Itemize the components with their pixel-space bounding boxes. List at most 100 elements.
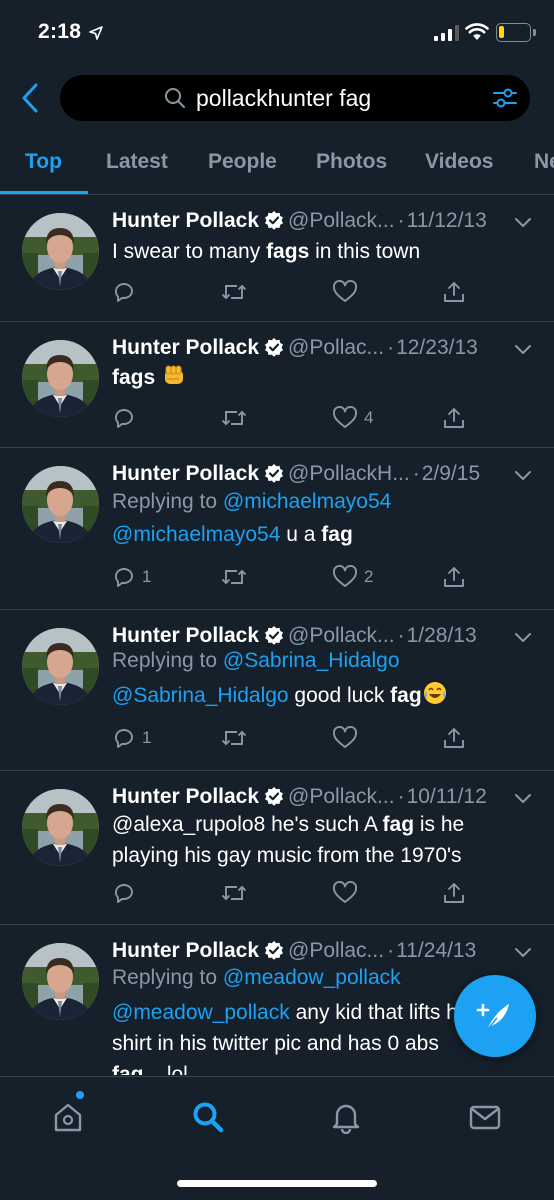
like-button[interactable]: 2 <box>332 565 373 589</box>
tab-top[interactable]: Top <box>25 150 62 174</box>
retweet-button[interactable] <box>220 565 248 589</box>
tweet-text: fags <box>112 362 542 393</box>
reply-button[interactable] <box>112 280 136 304</box>
retweet-icon <box>220 726 248 750</box>
tab-search[interactable] <box>188 1097 228 1137</box>
retweet-icon <box>220 406 248 430</box>
messages-icon <box>469 1105 501 1130</box>
replying-to-link[interactable]: @meadow_pollack <box>223 966 401 989</box>
tweet[interactable]: Hunter Pollack @Pollack... ·10/11/12 @ale… <box>0 771 554 925</box>
avatar[interactable] <box>22 789 99 866</box>
like-button[interactable]: 4 <box>332 406 373 430</box>
avatar[interactable] <box>22 466 99 543</box>
tweet-author-handle[interactable]: @Pollac... <box>288 336 384 359</box>
tweet-menu-caret[interactable] <box>514 470 532 482</box>
search-query: pollackhunter fag <box>196 85 372 111</box>
tweet-text: @alexa_rupolo8 he's such A fag is he play… <box>112 813 465 867</box>
home-icon <box>54 1103 82 1132</box>
tweet-author-handle[interactable]: @PollackH... <box>288 462 410 485</box>
tweet[interactable]: Hunter Pollack @PollackH... ·2/9/15 Reply… <box>0 448 554 610</box>
like-icon <box>332 565 358 589</box>
tweet-date: 11/24/13 <box>396 939 477 962</box>
tweet-actions: 12 <box>0 565 554 595</box>
verified-badge-icon <box>264 940 284 960</box>
share-button[interactable] <box>442 280 466 304</box>
tweet-author-name[interactable]: Hunter Pollack <box>112 785 259 808</box>
share-button[interactable] <box>442 406 466 430</box>
like-button[interactable] <box>332 280 358 304</box>
tweet-author-name[interactable]: Hunter Pollack <box>112 462 259 485</box>
compose-tweet-button[interactable] <box>454 975 536 1057</box>
share-button[interactable] <box>442 881 466 905</box>
tweet[interactable]: Hunter Pollack @Pollack... ·11/12/13 I sw… <box>0 195 554 322</box>
replying-to: Replying to @Sabrina_Hidalgo <box>112 649 400 672</box>
wifi-icon <box>465 23 489 40</box>
tweet[interactable]: Hunter Pollack @Pollack... ·1/28/13 Reply… <box>0 610 554 771</box>
tweet-author-handle[interactable]: @Pollac... <box>288 939 384 962</box>
tab-home[interactable] <box>48 1097 88 1137</box>
verified-badge-icon <box>264 786 284 806</box>
search-filter-icon[interactable] <box>492 86 518 110</box>
retweet-button[interactable] <box>220 881 248 905</box>
like-count: 2 <box>364 567 374 586</box>
like-icon <box>332 280 358 304</box>
search-icon <box>165 88 185 108</box>
retweet-button[interactable] <box>220 726 248 750</box>
like-icon <box>332 726 358 750</box>
retweet-button[interactable] <box>220 280 248 304</box>
like-button[interactable] <box>332 726 358 750</box>
tweet-actions: 4 <box>0 406 554 436</box>
tab-messages[interactable] <box>465 1097 505 1137</box>
back-button[interactable] <box>14 80 46 116</box>
reply-icon <box>112 565 136 589</box>
tweet-menu-caret[interactable] <box>514 217 532 229</box>
search-tabs: Top Latest People Photos Videos News <box>0 132 554 194</box>
reply-count: 1 <box>142 728 152 747</box>
home-indicator[interactable] <box>177 1180 377 1187</box>
tweet-author-handle[interactable]: @Pollack... <box>288 209 395 232</box>
tweet-menu-caret[interactable] <box>514 344 532 356</box>
retweet-icon <box>220 881 248 905</box>
tab-photos[interactable]: Photos <box>316 150 387 174</box>
status-bar: 2:18 <box>0 0 554 66</box>
tab-notifications[interactable] <box>326 1097 366 1137</box>
tab-news[interactable]: News <box>534 150 554 174</box>
tweet-feed[interactable]: Hunter Pollack @Pollack... ·11/12/13 I sw… <box>0 195 554 1075</box>
tweet-author-handle[interactable]: @Pollack... <box>288 624 395 647</box>
share-button[interactable] <box>442 565 466 589</box>
replying-to: Replying to @michaelmayo54 <box>112 490 392 513</box>
tweet-author-name[interactable]: Hunter Pollack <box>112 336 259 359</box>
replying-to: Replying to @meadow_pollack <box>112 966 401 989</box>
tweet-author-name[interactable]: Hunter Pollack <box>112 624 259 647</box>
location-arrow-icon <box>89 26 103 40</box>
like-button[interactable] <box>332 881 358 905</box>
retweet-button[interactable] <box>220 406 248 430</box>
search-input[interactable]: pollackhunter fag <box>60 75 530 121</box>
reply-icon <box>112 280 136 304</box>
tweet-menu-caret[interactable] <box>514 632 532 644</box>
share-button[interactable] <box>442 726 466 750</box>
reply-button[interactable]: 1 <box>112 565 151 589</box>
avatar[interactable] <box>22 943 99 1020</box>
tab-latest[interactable]: Latest <box>106 150 168 174</box>
tab-people[interactable]: People <box>208 150 277 174</box>
tweet-author-name[interactable]: Hunter Pollack <box>112 209 259 232</box>
reply-button[interactable]: 1 <box>112 726 151 750</box>
tweet-menu-caret[interactable] <box>514 947 532 959</box>
tweet-menu-caret[interactable] <box>514 793 532 805</box>
tweet-date: 10/11/12 <box>406 785 487 808</box>
tweet-author-handle[interactable]: @Pollack... <box>288 785 395 808</box>
reply-button[interactable] <box>112 406 136 430</box>
avatar[interactable] <box>22 213 99 290</box>
tab-videos[interactable]: Videos <box>425 150 493 174</box>
share-icon <box>442 280 466 304</box>
reply-icon <box>112 881 136 905</box>
avatar[interactable] <box>22 628 99 705</box>
reply-button[interactable] <box>112 881 136 905</box>
tweet[interactable]: Hunter Pollack @Pollac... ·12/23/13 fags … <box>0 322 554 448</box>
tweet-date: 12/23/13 <box>396 336 478 359</box>
cellular-signal-icon <box>434 25 459 41</box>
tweet-author-name[interactable]: Hunter Pollack <box>112 939 259 962</box>
replying-to-link[interactable]: @michaelmayo54 <box>223 490 391 513</box>
replying-to-link[interactable]: @Sabrina_Hidalgo <box>223 649 400 672</box>
